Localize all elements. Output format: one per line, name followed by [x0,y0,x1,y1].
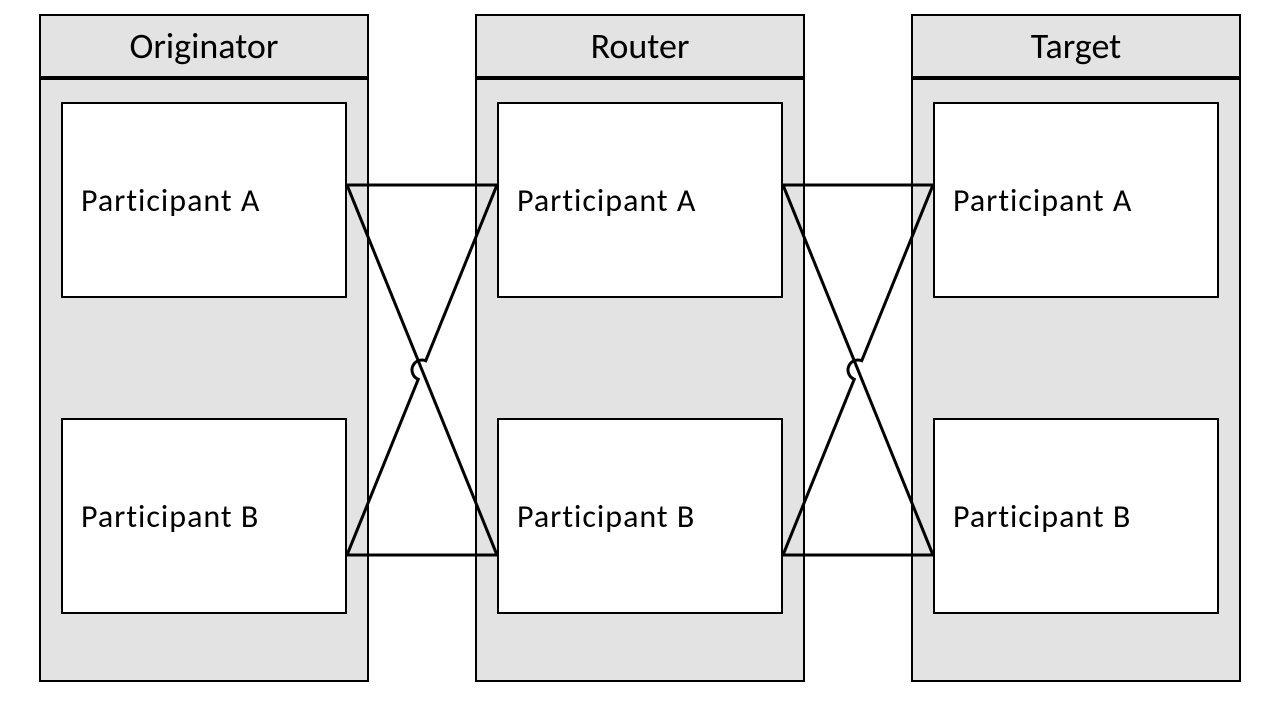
column-target-title: Target [1031,24,1121,68]
target-participant-b: Participant B [933,418,1219,614]
participant-label: Participant A [517,181,696,220]
column-router-header: Router [475,14,805,78]
participant-label: Participant A [81,181,260,220]
column-originator-title: Originator [130,24,279,68]
participant-label: Participant B [81,497,259,536]
participant-label: Participant B [517,497,695,536]
participant-label: Participant A [953,181,1132,220]
router-participant-a: Participant A [497,102,783,298]
router-participant-b: Participant B [497,418,783,614]
column-target-header: Target [911,14,1241,78]
participant-label: Participant B [953,497,1131,536]
diagram-stage: Originator Router Target Participant A P… [0,0,1280,712]
originator-participant-a: Participant A [61,102,347,298]
originator-participant-b: Participant B [61,418,347,614]
column-router-title: Router [591,24,690,68]
column-originator-header: Originator [39,14,369,78]
target-participant-a: Participant A [933,102,1219,298]
